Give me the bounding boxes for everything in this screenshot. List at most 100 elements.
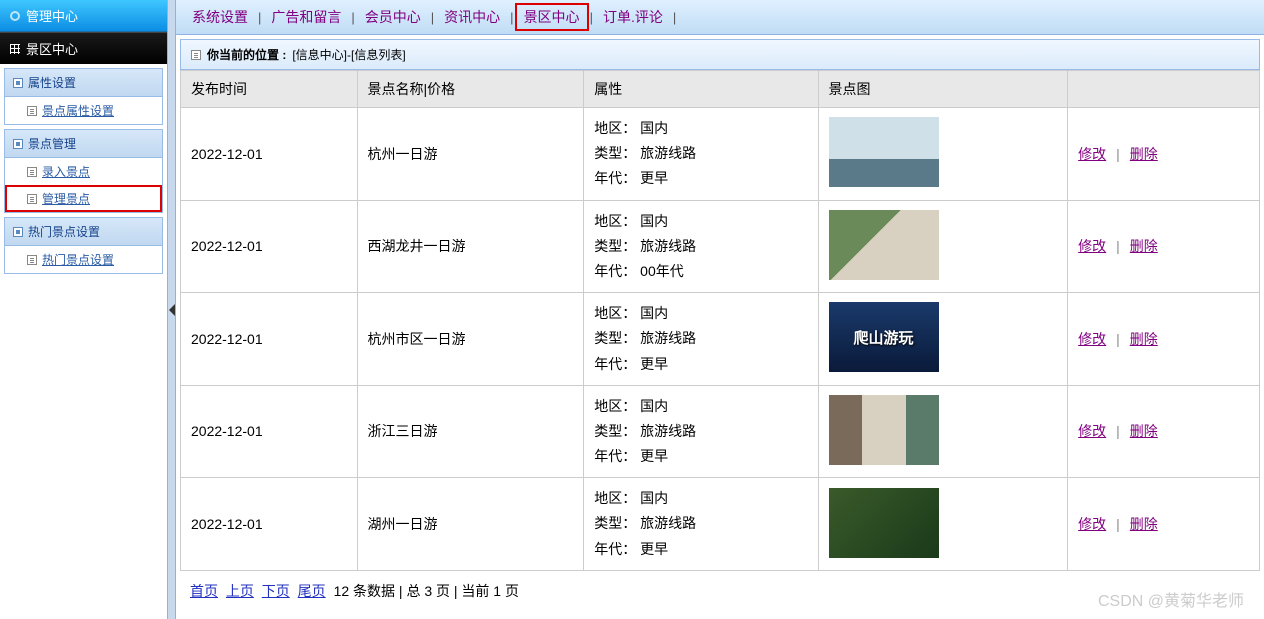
top-nav: 系统设置|广告和留言|会员中心|资讯中心|景区中心|订单.评论| (176, 0, 1264, 35)
nav-link[interactable]: 会员中心 (357, 4, 429, 30)
table-header: 发布时间 (181, 71, 358, 108)
table-header: 景点图 (818, 71, 1068, 108)
cell-attrs: 地区： 国内类型： 旅游线路年代： 更早 (584, 385, 818, 478)
cell-attrs: 地区： 国内类型： 旅游线路年代： 更早 (584, 108, 818, 201)
content: 发布时间景点名称|价格属性景点图 2022-12-01杭州一日游地区： 国内类型… (176, 70, 1264, 619)
grid-icon (10, 44, 20, 54)
menu-item-link[interactable]: 景点属性设置 (42, 102, 114, 119)
table-row: 2022-12-01杭州一日游地区： 国内类型： 旅游线路年代： 更早 修改 | 删除 (181, 108, 1260, 201)
delete-link[interactable]: 删除 (1130, 146, 1158, 162)
thumbnail-image (829, 395, 939, 465)
action-separator: | (1116, 331, 1120, 347)
delete-link[interactable]: 删除 (1130, 516, 1158, 532)
edit-link[interactable]: 修改 (1078, 146, 1106, 162)
table-header (1068, 71, 1260, 108)
table-row: 2022-12-01杭州市区一日游地区： 国内类型： 旅游线路年代： 更早修改|… (181, 293, 1260, 386)
menu-item[interactable]: 热门景点设置 (5, 246, 162, 273)
nav-separator: | (258, 10, 261, 25)
menu-group-title[interactable]: 景点管理 (5, 130, 162, 158)
menu-item-link[interactable]: 录入景点 (42, 163, 90, 180)
cell-name: 西湖龙井一日游 (357, 200, 584, 293)
thumbnail-image (829, 210, 939, 280)
doc-icon (27, 106, 37, 116)
cell-date: 2022-12-01 (181, 293, 358, 386)
menu-group-label: 景点管理 (28, 135, 76, 152)
cell-date: 2022-12-01 (181, 108, 358, 201)
cell-name: 杭州一日游 (357, 108, 584, 201)
nav-link[interactable]: 景区中心 (516, 4, 588, 30)
data-table: 发布时间景点名称|价格属性景点图 2022-12-01杭州一日游地区： 国内类型… (180, 70, 1260, 571)
breadcrumb-prefix: 你当前的位置 : (207, 46, 286, 63)
nav-link[interactable]: 系统设置 (184, 4, 256, 30)
menu-group-title[interactable]: 热门景点设置 (5, 218, 162, 246)
cell-thumb (818, 478, 1068, 571)
menu-group-title[interactable]: 属性设置 (5, 69, 162, 97)
cell-thumb (818, 200, 1068, 293)
action-separator: | (1116, 238, 1120, 254)
chevron-left-icon (169, 304, 175, 316)
menu-item-link[interactable]: 管理景点 (42, 190, 90, 207)
sidebar: 管理中心 景区中心 属性设置景点属性设置景点管理录入景点管理景点热门景点设置热门… (0, 0, 168, 619)
edit-link[interactable]: 修改 (1078, 423, 1106, 439)
nav-separator: | (590, 10, 593, 25)
table-header: 属性 (584, 71, 818, 108)
pager-first[interactable]: 首页 (190, 583, 218, 599)
nav-link[interactable]: 资讯中心 (436, 4, 508, 30)
cell-attrs: 地区： 国内类型： 旅游线路年代： 00年代 (584, 200, 818, 293)
menu-group-label: 热门景点设置 (28, 223, 100, 240)
table-row: 2022-12-01湖州一日游地区： 国内类型： 旅游线路年代： 更早修改|删除 (181, 478, 1260, 571)
menu-group: 属性设置景点属性设置 (4, 68, 163, 125)
action-separator: | (1116, 423, 1120, 439)
circle-icon (10, 11, 20, 21)
menu-item-link[interactable]: 热门景点设置 (42, 251, 114, 268)
nav-separator: | (431, 10, 434, 25)
cell-thumb (818, 293, 1068, 386)
pager-next[interactable]: 下页 (262, 583, 290, 599)
cell-thumb (818, 385, 1068, 478)
thumbnail-image (829, 302, 939, 372)
edit-link[interactable]: 修改 (1078, 331, 1106, 347)
cell-name: 浙江三日游 (357, 385, 584, 478)
doc-icon (27, 167, 37, 177)
cell-name: 湖州一日游 (357, 478, 584, 571)
cell-attrs: 地区： 国内类型： 旅游线路年代： 更早 (584, 478, 818, 571)
nav-separator: | (510, 10, 513, 25)
cell-actions: 修改 | 删除 (1068, 293, 1260, 386)
square-icon (13, 139, 23, 149)
pager-prev[interactable]: 上页 (226, 583, 254, 599)
sidebar-resize-handle[interactable] (168, 0, 176, 619)
menu-item[interactable]: 景点属性设置 (5, 97, 162, 124)
pager-summary: 12 条数据 | 总 3 页 | 当前 1 页 (334, 583, 519, 599)
nav-link[interactable]: 订单.评论 (595, 4, 671, 30)
delete-link[interactable]: 删除 (1130, 238, 1158, 254)
menu-group: 景点管理录入景点管理景点 (4, 129, 163, 213)
table-row: 2022-12-01浙江三日游地区： 国内类型： 旅游线路年代： 更早 修改 | 删除 (181, 385, 1260, 478)
cell-actions: 修改 | 删除 (1068, 108, 1260, 201)
breadcrumb: 你当前的位置 : [信息中心]-[信息列表] (180, 39, 1260, 70)
table-row: 2022-12-01西湖龙井一日游地区： 国内类型： 旅游线路年代： 00年代 修… (181, 200, 1260, 293)
menu-item[interactable]: 录入景点 (5, 158, 162, 185)
cell-thumb (818, 108, 1068, 201)
sidebar-section[interactable]: 景区中心 (0, 32, 167, 64)
doc-icon (191, 50, 201, 60)
menu-item[interactable]: 管理景点 (5, 185, 162, 212)
delete-link[interactable]: 删除 (1130, 423, 1158, 439)
nav-link[interactable]: 广告和留言 (263, 4, 349, 30)
doc-icon (27, 194, 37, 204)
main-area: 系统设置|广告和留言|会员中心|资讯中心|景区中心|订单.评论| 你当前的位置 … (176, 0, 1264, 619)
sidebar-header-label: 管理中心 (26, 6, 78, 25)
edit-link[interactable]: 修改 (1078, 238, 1106, 254)
pager-last[interactable]: 尾页 (298, 583, 326, 599)
doc-icon (27, 255, 37, 265)
cell-actions: 修改 | 删除 (1068, 200, 1260, 293)
delete-link[interactable]: 删除 (1130, 331, 1158, 347)
square-icon (13, 227, 23, 237)
menu-group-label: 属性设置 (28, 74, 76, 91)
edit-link[interactable]: 修改 (1078, 516, 1106, 532)
cell-date: 2022-12-01 (181, 200, 358, 293)
action-separator: | (1116, 146, 1120, 162)
action-separator: | (1116, 516, 1120, 532)
cell-attrs: 地区： 国内类型： 旅游线路年代： 更早 (584, 293, 818, 386)
square-icon (13, 78, 23, 88)
cell-date: 2022-12-01 (181, 385, 358, 478)
